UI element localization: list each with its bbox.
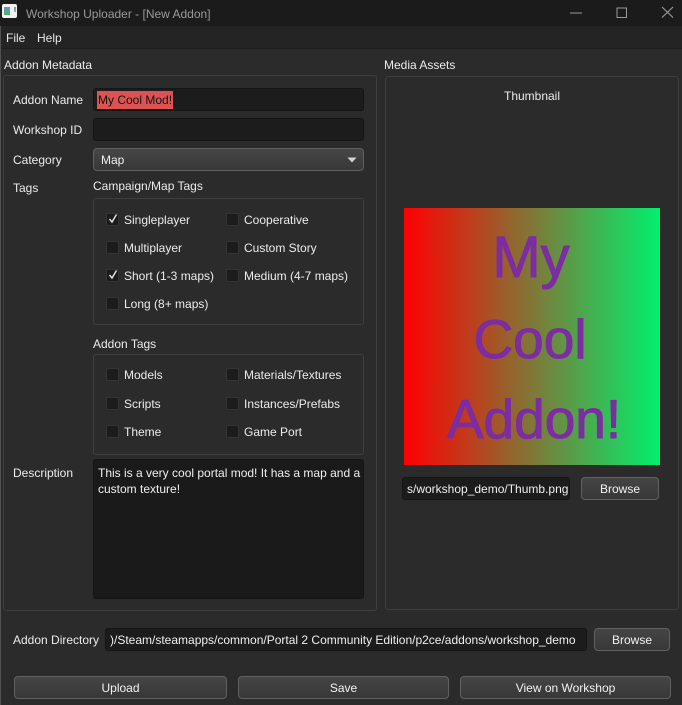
svg-text:My: My [492,225,569,290]
svg-text:Addon!: Addon! [447,388,621,450]
svg-text:Cool: Cool [473,308,586,370]
